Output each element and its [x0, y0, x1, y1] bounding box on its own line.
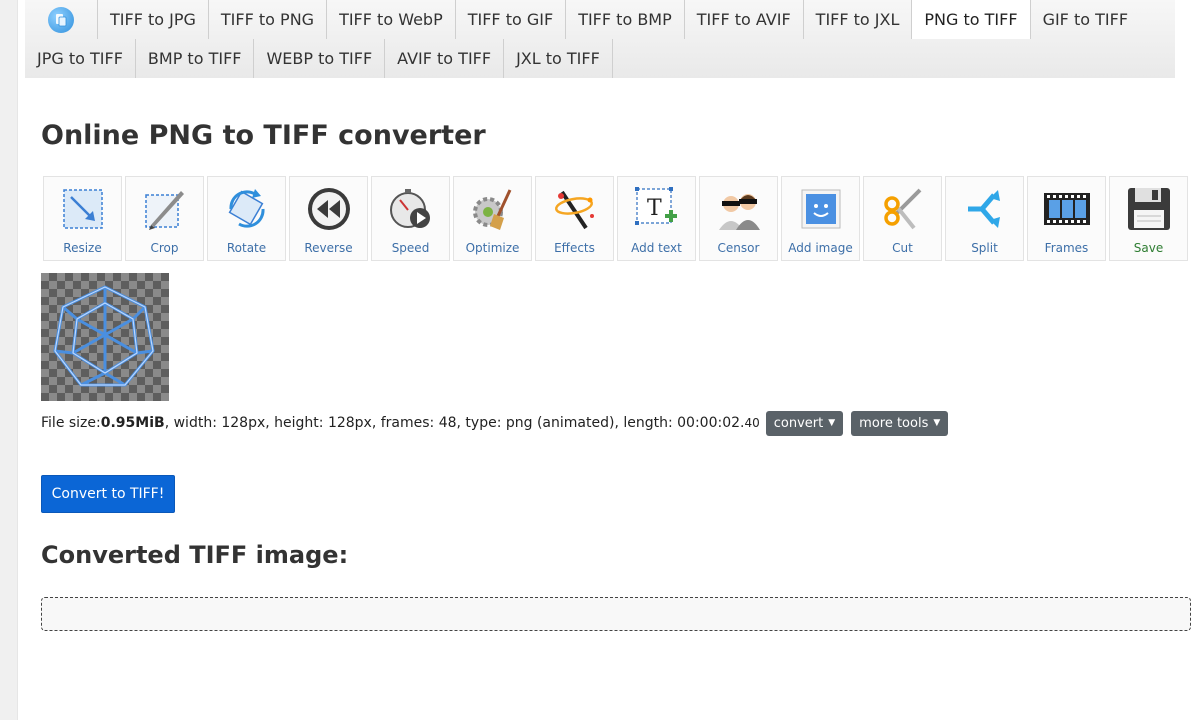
tab-jxl-to-tiff[interactable]: JXL to TIFF: [503, 39, 612, 78]
tab-tiff-to-png[interactable]: TIFF to PNG: [207, 0, 326, 39]
convert-dropdown[interactable]: convert ▼: [765, 410, 844, 436]
add-text-icon: T: [633, 185, 681, 233]
tool-label: Save: [1133, 241, 1164, 255]
resize-icon: [59, 185, 107, 233]
more-tools-dropdown[interactable]: more tools ▼: [851, 410, 949, 436]
tool-toolbar: Resize Crop Rotate Reverse Speed Optimiz…: [43, 176, 1191, 261]
tab-tiff-to-bmp[interactable]: TIFF to BMP: [565, 0, 684, 39]
file-details: , width: 128px, height: 128px, frames: 4…: [164, 415, 745, 431]
tab-tiff-to-gif[interactable]: TIFF to GIF: [454, 0, 565, 39]
tool-label: Effects: [554, 241, 595, 255]
tool-optimize[interactable]: Optimize: [453, 176, 532, 261]
rotate-icon: [223, 185, 271, 233]
tab-gif-to-tiff[interactable]: GIF to TIFF: [1031, 0, 1140, 39]
add-image-icon: [797, 185, 845, 233]
tool-speed[interactable]: Speed: [371, 176, 450, 261]
tool-label: Optimize: [465, 241, 520, 255]
tool-label: Frames: [1044, 241, 1089, 255]
tab-tiff-to-jpg[interactable]: TIFF to JPG: [97, 0, 208, 39]
image-preview: [41, 273, 169, 401]
tab-avif-to-tiff[interactable]: AVIF to TIFF: [384, 39, 503, 78]
tool-reverse[interactable]: Reverse: [289, 176, 368, 261]
file-info: File size: 0.95MiB , width: 128px, heigh…: [41, 410, 949, 436]
tab-tiff-to-avif[interactable]: TIFF to AVIF: [683, 0, 803, 39]
tool-effects[interactable]: Effects: [535, 176, 614, 261]
tab-bmp-to-tiff[interactable]: BMP to TIFF: [134, 39, 254, 78]
speed-icon: [387, 185, 435, 233]
tool-label: Reverse: [304, 241, 353, 255]
svg-text:T: T: [647, 196, 662, 221]
convert-dropdown-label: convert: [773, 415, 824, 431]
tool-add-text[interactable]: T Add text: [617, 176, 696, 261]
tab-row-2: JPG to TIFF BMP to TIFF WEBP to TIFF AVI…: [25, 39, 613, 78]
file-length-fraction: 40: [744, 416, 760, 430]
page-title: Online PNG to TIFF converter: [41, 120, 486, 151]
tab-home[interactable]: [25, 0, 97, 39]
crop-icon: [141, 185, 189, 233]
tool-label: Rotate: [226, 241, 267, 255]
tool-label: Cut: [892, 241, 913, 255]
home-logo-icon: [48, 6, 74, 33]
tab-row-1: TIFF to JPG TIFF to PNG TIFF to WebP TIF…: [25, 0, 1140, 39]
cut-icon: [879, 185, 927, 233]
tool-label: Split: [971, 241, 998, 255]
caret-down-icon: ▼: [933, 418, 941, 428]
reverse-icon: [305, 185, 353, 233]
output-area: [41, 597, 1191, 631]
frames-icon: [1043, 185, 1091, 233]
convert-button[interactable]: Convert to TIFF!: [41, 475, 175, 513]
tool-resize[interactable]: Resize: [43, 176, 122, 261]
tool-label: Add text: [631, 241, 682, 255]
tool-split[interactable]: Split: [945, 176, 1024, 261]
more-tools-dropdown-label: more tools: [859, 415, 929, 431]
output-heading: Converted TIFF image:: [41, 541, 349, 569]
split-icon: [961, 185, 1009, 233]
file-size-value: 0.95MiB: [100, 415, 165, 431]
tool-frames[interactable]: Frames: [1027, 176, 1106, 261]
censor-icon: [715, 185, 763, 233]
tab-tiff-to-jxl[interactable]: TIFF to JXL: [802, 0, 912, 39]
tab-jpg-to-tiff[interactable]: JPG to TIFF: [25, 39, 135, 78]
tool-label: Censor: [717, 241, 760, 255]
tool-cut[interactable]: Cut: [863, 176, 942, 261]
tool-crop[interactable]: Crop: [125, 176, 204, 261]
optimize-icon: [469, 185, 517, 233]
tool-label: Resize: [63, 241, 102, 255]
tool-rotate[interactable]: Rotate: [207, 176, 286, 261]
tool-label: Speed: [391, 241, 430, 255]
save-icon: [1125, 185, 1173, 233]
tab-webp-to-tiff[interactable]: WEBP to TIFF: [253, 39, 384, 78]
tool-censor[interactable]: Censor: [699, 176, 778, 261]
tab-png-to-tiff[interactable]: PNG to TIFF: [911, 0, 1031, 39]
tool-label: Crop: [150, 241, 179, 255]
tool-save[interactable]: Save: [1109, 176, 1188, 261]
tab-navigation: TIFF to JPG TIFF to PNG TIFF to WebP TIF…: [25, 0, 1175, 78]
effects-icon: [551, 185, 599, 233]
caret-down-icon: ▼: [828, 418, 836, 428]
file-size-label: File size:: [41, 415, 101, 431]
tab-row-end: [611, 39, 613, 78]
tab-tiff-to-webp[interactable]: TIFF to WebP: [326, 0, 455, 39]
tool-add-image[interactable]: Add image: [781, 176, 860, 261]
polyhedron-image: [53, 285, 155, 387]
tool-label: Add image: [788, 241, 853, 255]
